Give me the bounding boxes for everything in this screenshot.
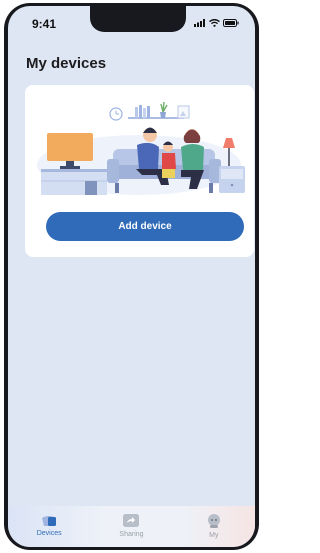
profile-icon xyxy=(207,514,220,528)
app-screen: 9:41 My devices Add device Devices Shari… xyxy=(8,6,255,547)
tab-my[interactable]: My xyxy=(173,506,255,547)
tab-devices[interactable]: Devices xyxy=(8,506,90,547)
battery-icon xyxy=(223,19,239,27)
share-icon xyxy=(123,514,140,527)
status-icons xyxy=(194,19,239,27)
phone-frame: 9:41 My devices Add device Devices Shari… xyxy=(4,3,259,550)
tab-my-label: My xyxy=(209,532,219,539)
devices-card: Add device xyxy=(25,85,254,257)
family-living-room-illustration xyxy=(37,101,245,195)
wifi-icon xyxy=(209,19,220,27)
tab-sharing-label: Sharing xyxy=(119,531,144,538)
page-title: My devices xyxy=(26,55,107,72)
status-time: 9:41 xyxy=(32,17,57,31)
tab-devices-label: Devices xyxy=(36,530,62,537)
notch xyxy=(90,6,186,32)
tab-bar: Devices Sharing My xyxy=(8,506,255,547)
devices-icon xyxy=(42,516,57,526)
tab-sharing[interactable]: Sharing xyxy=(90,506,172,547)
add-device-button[interactable]: Add device xyxy=(46,212,244,241)
signal-icon xyxy=(194,19,205,27)
